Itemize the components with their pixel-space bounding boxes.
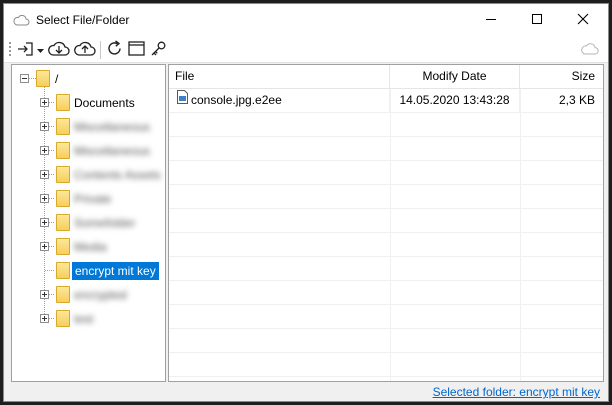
tree-node[interactable]: Somefolder [12,213,165,233]
tree-node[interactable]: Miscellaneous [12,117,165,137]
tree-node-label: Media [74,240,107,254]
empty-row [169,353,603,377]
empty-row [169,113,603,137]
folder-icon [56,214,70,231]
new-window-button[interactable] [126,39,146,61]
import-icon [16,41,34,60]
title-bar: Select File/Folder [4,4,608,37]
refresh-icon [106,40,123,60]
cloud-download-button[interactable] [47,39,71,61]
expand-icon[interactable] [40,146,49,155]
empty-row [169,185,603,209]
tree-node[interactable]: encrypted [12,285,165,305]
tree-node-label: test [74,312,94,326]
empty-row [169,257,603,281]
size-cell: 2,3 KB [558,93,595,107]
folder-icon [56,142,70,159]
folder-icon [56,310,70,327]
expand-icon[interactable] [40,290,49,299]
column-header-modify-date[interactable]: Modify Date [390,65,520,88]
expand-icon[interactable] [40,170,49,179]
maximize-button[interactable] [514,4,560,37]
select-file-folder-dialog: Select File/Folder / Documents Miscellan… [3,3,609,402]
close-button[interactable] [560,4,606,37]
tree-node-label: Documents [74,96,135,110]
tree-node-label: encrypt mit key [72,262,159,280]
folder-icon [56,118,70,135]
folder-tree[interactable]: / Documents Miscellaneous Miscellaneous Con… [11,64,166,382]
maximize-icon [531,13,543,28]
tree-node-label: Miscellaneous [74,144,151,158]
column-header-file[interactable]: File [169,65,390,88]
cloud-status [579,39,601,61]
toolbar [4,37,608,63]
tree-line [45,270,55,271]
folder-icon [56,238,70,255]
close-icon [577,13,589,28]
folder-icon [36,70,50,87]
file-name: console.jpg.e2ee [191,93,282,107]
empty-row [169,305,603,329]
tree-node[interactable]: Contents Assets [12,165,165,185]
expand-icon[interactable] [40,242,49,251]
tree-node[interactable]: Media [12,237,165,257]
empty-row [169,161,603,185]
expand-icon[interactable] [40,122,49,131]
key-button[interactable] [148,39,168,61]
cloud-icon [13,14,30,29]
folder-icon [56,286,70,303]
table-row[interactable]: console.jpg.e2ee 14.05.2020 13:43:28 2,3 K… [169,89,603,113]
tree-node[interactable]: encrypt mit key [12,261,165,281]
folder-icon [56,94,70,111]
tree-node[interactable]: Private [12,189,165,209]
status-bar: Selected folder: encrypt mit key [4,382,608,401]
file-list-header: File Modify Date Size [169,65,603,89]
window-icon [127,41,145,59]
expand-icon[interactable] [40,314,49,323]
import-dropdown-button[interactable] [35,39,45,61]
cloud-upload-button[interactable] [73,39,97,61]
column-header-size[interactable]: Size [520,65,603,88]
toolbar-separator [100,41,101,59]
expand-icon[interactable] [40,218,49,227]
selected-folder-link[interactable]: Selected folder: encrypt mit key [433,385,600,399]
tree-node-label: Somefolder [74,216,136,230]
modify-date-cell: 14.05.2020 13:43:28 [390,89,520,112]
dropdown-arrow-icon [36,43,44,57]
empty-row [169,233,603,257]
tree-node-label: Miscellaneous [74,120,151,134]
window-title: Select File/Folder [36,13,130,27]
folder-icon [56,190,70,207]
tree-node[interactable]: Documents [12,93,165,113]
minimize-icon [485,13,497,28]
minimize-button[interactable] [468,4,514,37]
expand-icon[interactable] [40,194,49,203]
cloud-download-icon [48,40,70,60]
empty-row [169,281,603,305]
tree-node[interactable]: test [12,309,165,329]
tree-node-label: Contents Assets [74,168,161,182]
tree-node-label: Private [74,192,112,206]
cloud-upload-icon [74,40,96,60]
refresh-button[interactable] [104,39,124,61]
tree-node-label: / [55,72,59,86]
file-list[interactable]: File Modify Date Size console.jpg.e2ee 14… [168,64,604,382]
folder-icon [56,262,70,279]
key-icon [150,40,167,60]
tree-line [29,78,36,79]
tree-node[interactable]: Miscellaneous [12,141,165,161]
empty-row [169,329,603,353]
file-icon [177,89,188,112]
empty-row [169,137,603,161]
import-button[interactable] [15,39,35,61]
tree-node-root[interactable]: / [12,69,165,89]
folder-icon [56,166,70,183]
toolbar-grip[interactable] [9,42,11,58]
tree-node-label: encrypted [74,288,127,302]
expand-icon[interactable] [40,98,49,107]
cloud-icon [581,42,599,58]
collapse-icon[interactable] [20,74,29,83]
empty-row [169,209,603,233]
file-name-cell: console.jpg.e2ee [169,89,390,112]
